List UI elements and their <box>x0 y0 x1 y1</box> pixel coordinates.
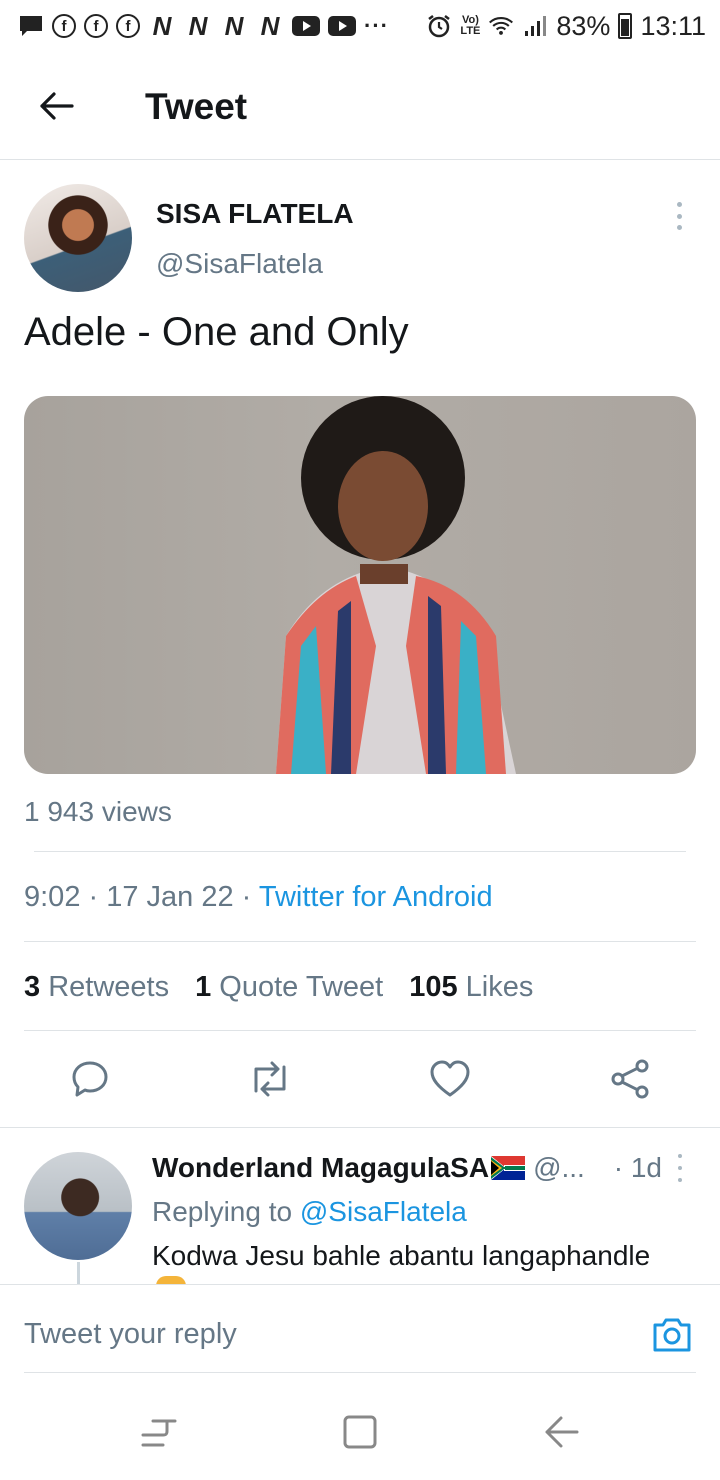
like-button[interactable] <box>427 1056 473 1102</box>
composer-underline <box>24 1372 696 1373</box>
nav-back-button[interactable] <box>541 1412 581 1452</box>
divider <box>34 851 686 852</box>
dot <box>678 1178 682 1182</box>
thread-line <box>77 1262 80 1284</box>
message-icon <box>18 13 44 39</box>
top-app-bar: Tweet <box>0 52 720 160</box>
reply-icon <box>72 1061 108 1097</box>
dot <box>676 202 682 207</box>
netflix-n-icon: N <box>188 10 208 41</box>
quotes-label: Quote Tweet <box>219 971 384 1003</box>
section-divider <box>0 1127 720 1128</box>
arrow-left-icon <box>40 92 74 120</box>
quote-tweets-stat[interactable]: 1 Quote Tweet <box>195 971 383 1004</box>
separator: · <box>233 881 259 913</box>
youtube-icon <box>328 16 356 36</box>
replying-to-mention[interactable]: @SisaFlatela <box>300 1196 467 1227</box>
divider <box>24 941 696 942</box>
south-africa-flag-icon <box>491 1156 526 1180</box>
reply-time: · 1d <box>613 1152 662 1183</box>
volte-bottom: LTE <box>460 25 481 37</box>
netflix-n-icon: N <box>152 10 172 41</box>
camera-button[interactable] <box>650 1313 694 1357</box>
retweet-icon <box>254 1061 286 1097</box>
battery-icon <box>618 13 633 39</box>
more-notifications-icon: ··· <box>364 13 389 38</box>
home-icon <box>343 1415 377 1449</box>
share-button[interactable] <box>607 1056 653 1102</box>
tweet-timestamp: 9:02 · 17 Jan 22 · Twitter for Android <box>24 881 493 914</box>
facebook-icon: f <box>116 14 140 38</box>
likes-count: 105 <box>409 971 458 1003</box>
status-bar: f f f N N N N ··· Vo) LTE 83% 13:11 <box>0 0 720 52</box>
alarm-icon <box>426 13 452 39</box>
engagement-stats: 3 Retweets 1 Quote Tweet 105 Likes <box>24 971 533 1004</box>
reply-author-avatar[interactable] <box>24 1152 132 1260</box>
video-thumbnail-person <box>276 396 516 774</box>
recents-button[interactable] <box>139 1412 179 1452</box>
replying-prefix: Replying to <box>152 1196 293 1227</box>
page-title: Tweet <box>145 86 248 127</box>
camera-icon <box>653 1318 691 1352</box>
likes-stat[interactable]: 105 Likes <box>409 971 533 1004</box>
home-button[interactable] <box>340 1412 380 1452</box>
retweets-count: 3 <box>24 971 41 1003</box>
dot <box>676 225 682 230</box>
back-icon <box>545 1416 579 1448</box>
facebook-icon: f <box>84 14 108 38</box>
like-icon <box>430 1060 470 1097</box>
reply-text: Kodwa Jesu bahle abantu langaphandle <box>152 1240 651 1271</box>
author-avatar[interactable] <box>24 184 132 292</box>
signal-icon <box>522 13 548 39</box>
retweet-button[interactable] <box>247 1056 293 1102</box>
wifi-icon <box>488 13 514 39</box>
reply-header: Wonderland MagagulaSA @... · 1d <box>152 1152 662 1184</box>
volte-icon: Vo) LTE <box>460 15 480 37</box>
reply-author-handle[interactable]: @... <box>533 1152 585 1184</box>
netflix-n-icon: N <box>224 10 244 41</box>
tweet-reply-input[interactable]: Tweet your reply <box>24 1318 624 1351</box>
tweet-date: 17 Jan 22 <box>106 881 234 913</box>
tweet-text: Adele - One and Only <box>24 310 409 354</box>
battery-percent: 83% <box>556 10 611 41</box>
tweet-time: 9:02 <box>24 881 81 913</box>
dot <box>678 1166 682 1170</box>
tweet-source-link[interactable]: Twitter for Android <box>259 881 493 913</box>
dot <box>676 213 682 219</box>
quotes-count: 1 <box>195 971 212 1003</box>
retweets-stat[interactable]: 3 Retweets <box>24 971 169 1004</box>
reply-author-name[interactable]: Wonderland MagagulaSA <box>152 1152 489 1184</box>
likes-label: Likes <box>465 971 534 1003</box>
divider <box>24 1030 696 1031</box>
netflix-n-icon: N <box>260 10 280 41</box>
clock: 13:11 <box>640 10 706 41</box>
youtube-icon <box>292 16 320 36</box>
tweet-video[interactable] <box>24 396 696 774</box>
replying-to: Replying to @SisaFlatela <box>152 1196 467 1228</box>
system-status: Vo) LTE 83% 13:11 <box>426 11 706 42</box>
tweet-more-options-button[interactable] <box>664 198 694 234</box>
author-name[interactable]: SISA FLATELA <box>156 198 354 230</box>
dot <box>678 1154 682 1158</box>
reply-button[interactable] <box>67 1056 113 1102</box>
share-icon <box>611 1059 649 1099</box>
recents-icon <box>141 1419 177 1447</box>
back-button[interactable] <box>30 80 82 132</box>
notification-icons: f f f N N N N ··· <box>18 11 389 42</box>
author-handle[interactable]: @SisaFlatela <box>156 248 323 280</box>
facebook-icon: f <box>52 14 76 38</box>
separator: · <box>80 881 107 913</box>
retweets-label: Retweets <box>48 971 170 1003</box>
reply-more-options-button[interactable] <box>670 1154 690 1182</box>
view-count: 1 943 views <box>24 796 172 827</box>
